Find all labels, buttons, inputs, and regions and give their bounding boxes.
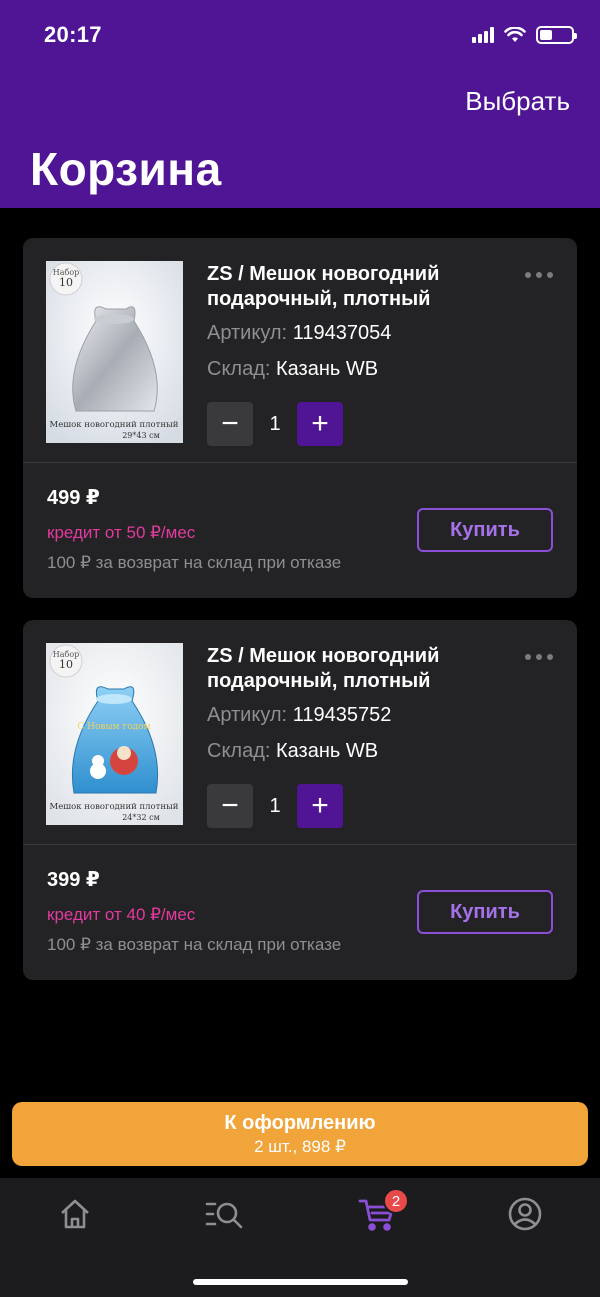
credit-offer[interactable]: кредит от 50 ₽/мес <box>47 523 195 543</box>
product-title[interactable]: ZS / Мешок новогодний подарочный, плотны… <box>207 262 507 312</box>
cart-item-card: Набор 10 Мешок новогодний плотный 29*43 … <box>23 238 577 598</box>
select-button[interactable]: Выбрать <box>465 86 570 117</box>
warehouse-label: Склад: <box>207 358 271 380</box>
app-header: 20:17 Выбрать Корзина <box>0 0 600 208</box>
search-list-icon <box>205 1202 243 1229</box>
decrease-quantity-button[interactable]: − <box>207 402 253 446</box>
status-time: 20:17 <box>44 22 102 47</box>
cart-count-badge: 2 <box>383 1188 409 1214</box>
quantity-stepper: − 1 + <box>207 784 343 828</box>
svg-text:10: 10 <box>59 658 73 671</box>
warehouse-row: Склад: Казань WB <box>207 358 378 381</box>
cart-item-card: Набор 10 С Новым годом Мешок новогодний … <box>23 620 577 980</box>
svg-text:10: 10 <box>59 276 73 289</box>
tab-home[interactable] <box>55 1194 95 1234</box>
warehouse-label: Склад: <box>207 740 271 762</box>
warehouse-row: Склад: Казань WB <box>207 740 378 763</box>
warehouse-value: Казань WB <box>276 358 379 380</box>
checkout-summary: 2 шт., 898 ₽ <box>254 1137 346 1156</box>
decrease-quantity-button[interactable]: − <box>207 784 253 828</box>
product-price: 499 ₽ <box>47 487 100 509</box>
more-options-icon[interactable] <box>525 654 553 660</box>
article-label: Артикул: <box>207 322 288 344</box>
home-indicator <box>193 1279 408 1285</box>
battery-icon <box>536 26 577 44</box>
credit-offer[interactable]: кредит от 40 ₽/мес <box>47 905 195 925</box>
more-options-icon[interactable] <box>525 272 553 278</box>
status-icons <box>472 26 577 44</box>
tab-catalog[interactable] <box>205 1194 245 1234</box>
home-icon <box>61 1199 89 1229</box>
svg-text:Мешок новогодний плотный: Мешок новогодний плотный <box>50 802 179 812</box>
quantity-stepper: − 1 + <box>207 402 343 446</box>
wifi-icon <box>504 27 526 42</box>
quantity-value: 1 <box>269 412 281 435</box>
profile-icon <box>508 1197 542 1231</box>
svg-text:29*43 см: 29*43 см <box>122 431 160 440</box>
quantity-value: 1 <box>269 794 281 817</box>
product-price: 399 ₽ <box>47 869 100 891</box>
article-label: Артикул: <box>207 704 288 726</box>
article-value: 119435752 <box>292 704 392 726</box>
page-title: Корзина <box>30 143 222 195</box>
increase-quantity-button[interactable]: + <box>297 402 343 446</box>
refund-note: 100 ₽ за возврат на склад при отказе <box>47 935 342 954</box>
svg-text:24*32 см: 24*32 см <box>122 813 160 822</box>
article-row: Артикул: 119435752 <box>207 704 391 727</box>
article-value: 119437054 <box>292 322 392 344</box>
svg-text:Мешок новогодний плотный: Мешок новогодний плотный <box>50 420 179 430</box>
checkout-label: К оформлению <box>224 1112 376 1134</box>
increase-quantity-button[interactable]: + <box>297 784 343 828</box>
product-image[interactable]: Набор 10 Мешок новогодний плотный 29*43 … <box>46 261 183 443</box>
product-image[interactable]: Набор 10 С Новым годом Мешок новогодний … <box>46 643 183 825</box>
svg-text:С Новым годом: С Новым годом <box>77 722 150 732</box>
cellular-signal-icon <box>472 27 494 43</box>
product-title[interactable]: ZS / Мешок новогодний подарочный, плотны… <box>207 644 507 694</box>
warehouse-value: Казань WB <box>276 740 379 762</box>
article-row: Артикул: 119437054 <box>207 322 391 345</box>
refund-note: 100 ₽ за возврат на склад при отказе <box>47 553 342 572</box>
tab-cart[interactable]: 2 <box>357 1188 409 1234</box>
tab-profile[interactable] <box>505 1194 545 1234</box>
checkout-button[interactable]: К оформлению 2 шт., 898 ₽ <box>12 1102 588 1166</box>
buy-button[interactable]: Купить <box>417 508 553 552</box>
buy-button[interactable]: Купить <box>417 890 553 934</box>
